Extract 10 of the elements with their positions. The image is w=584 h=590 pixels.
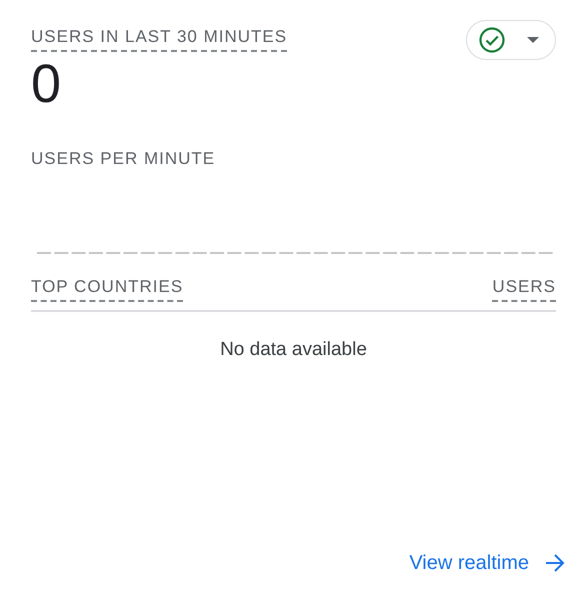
empty-message: No data available <box>219 338 368 362</box>
arrow-right-icon <box>545 554 565 572</box>
metric-title[interactable]: USERS IN LAST 30 MINUTES <box>31 26 288 52</box>
chart-title: USERS PER MINUTE <box>31 148 216 170</box>
view-realtime-link[interactable]: View realtime <box>409 548 565 578</box>
metric-value: 0 <box>31 54 62 114</box>
column-header[interactable]: USERS <box>492 276 556 302</box>
column-header[interactable]: TOP COUNTRIES <box>31 276 184 302</box>
caret-icon <box>527 37 539 43</box>
status-dropdown[interactable] <box>466 20 556 60</box>
